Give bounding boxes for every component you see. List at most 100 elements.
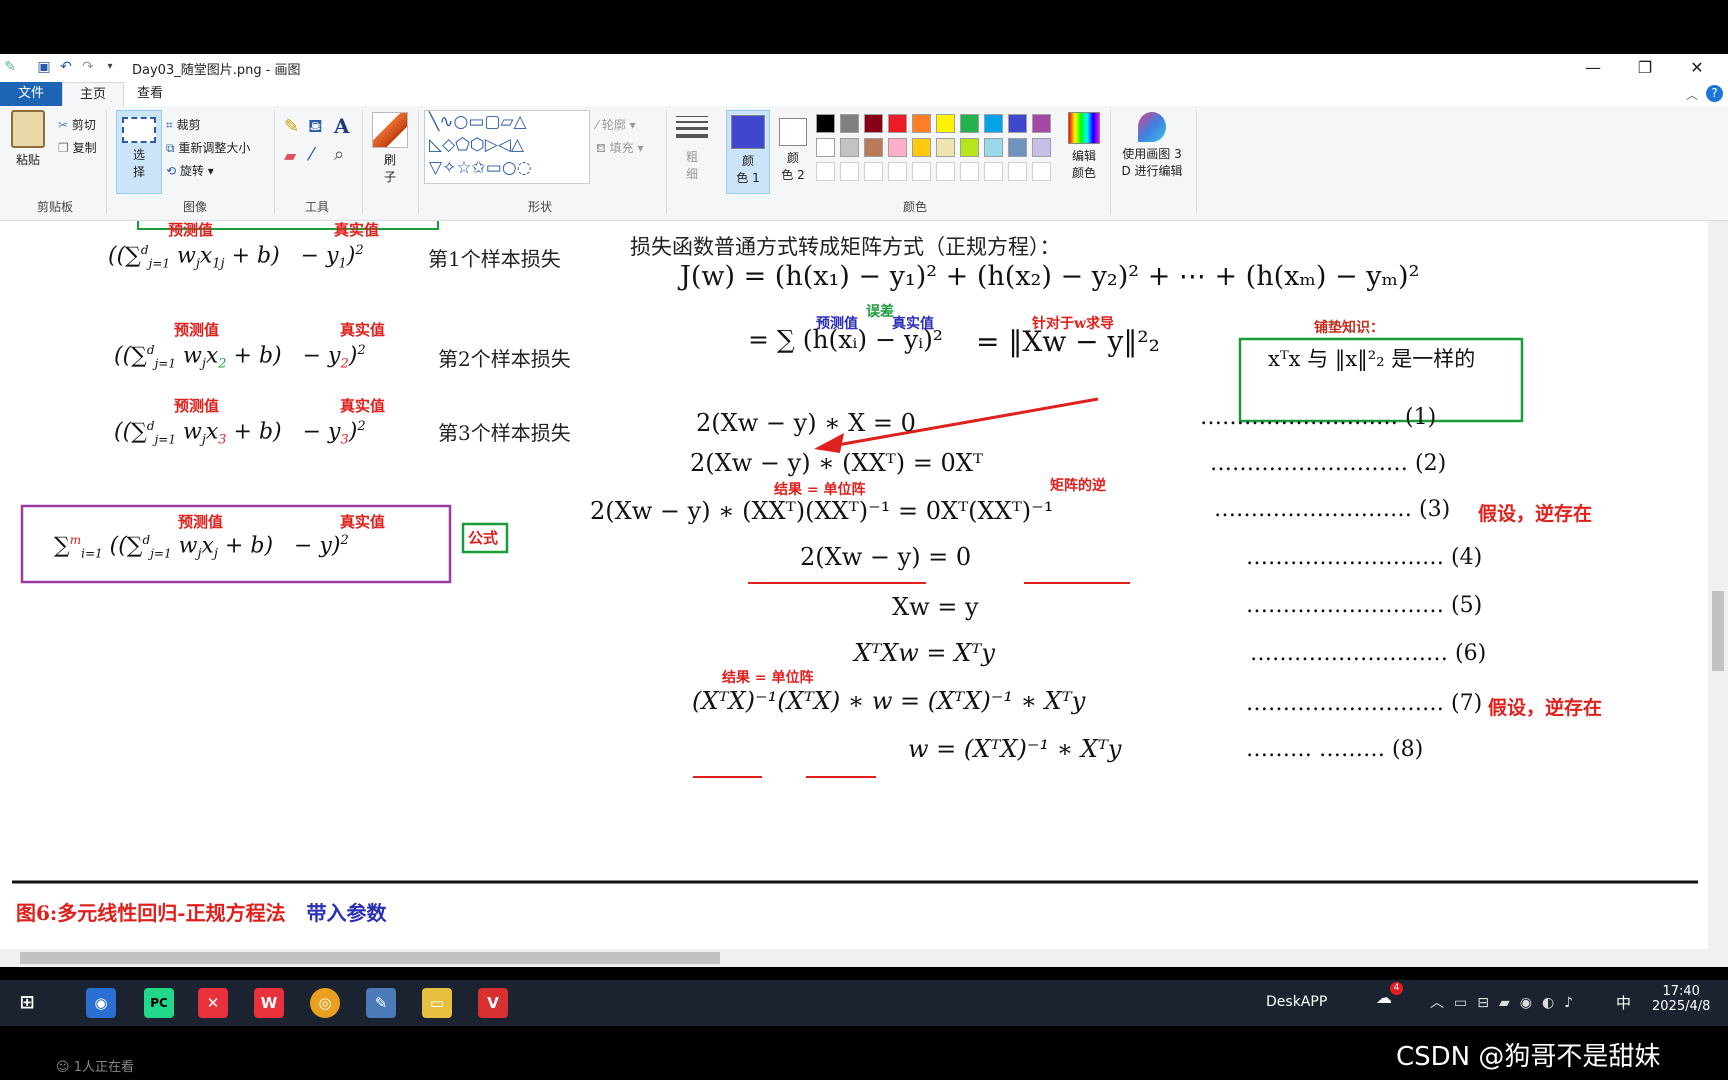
- tray-icons[interactable]: ︿▭⊟▰◉◐♪: [1430, 992, 1583, 1012]
- palette-swatch[interactable]: [960, 162, 979, 181]
- file-explorer-icon[interactable]: ▭: [422, 988, 452, 1018]
- text-tool-icon[interactable]: A: [334, 114, 350, 138]
- palette-swatch[interactable]: [1008, 114, 1027, 133]
- crop-label: 裁剪: [176, 118, 201, 132]
- person-icon: ☺: [56, 1060, 70, 1075]
- divider: [274, 110, 275, 214]
- palette-swatch[interactable]: [960, 114, 979, 133]
- palette-swatch[interactable]: [864, 114, 883, 133]
- cut-button[interactable]: ✂ 剪切: [58, 116, 96, 133]
- row2-wsub: j: [201, 356, 206, 372]
- palette-swatch[interactable]: [912, 162, 931, 181]
- color1-button[interactable]: 颜 色 1: [726, 110, 770, 194]
- crop-button[interactable]: ⌗ 裁剪: [166, 116, 201, 133]
- paste-button[interactable]: 粘贴: [10, 110, 46, 168]
- redo-icon[interactable]: ↷: [80, 59, 96, 75]
- pencil-icon[interactable]: ✎: [284, 116, 299, 137]
- step-8-num: ……… ……… (8): [1246, 737, 1424, 762]
- palette-swatch[interactable]: [936, 138, 955, 157]
- palette-swatch[interactable]: [1008, 162, 1027, 181]
- magnifier-icon[interactable]: ⌕: [334, 144, 344, 165]
- fill-button[interactable]: ⛾ 填充 ▾: [596, 139, 644, 157]
- color-picker-icon[interactable]: ⁄: [310, 144, 313, 165]
- clock-time: 17:40: [1662, 984, 1700, 999]
- palette-swatch[interactable]: [984, 162, 1003, 181]
- palette-swatch[interactable]: [888, 162, 907, 181]
- palette-swatch[interactable]: [936, 114, 955, 133]
- row4-sub: j=1: [150, 546, 172, 561]
- color1-swatch: [731, 115, 765, 149]
- close-button[interactable]: ✕: [1674, 54, 1720, 82]
- size-button[interactable]: 粗 细: [674, 112, 710, 182]
- restore-button[interactable]: ❐: [1622, 54, 1668, 82]
- row1-wsub: j: [195, 256, 200, 272]
- wps-video-icon[interactable]: V: [478, 988, 508, 1018]
- fill-bucket-icon[interactable]: ⛾: [308, 116, 323, 140]
- palette-swatch[interactable]: [912, 138, 931, 157]
- wps-icon[interactable]: W: [254, 988, 284, 1018]
- palette-swatch[interactable]: [816, 114, 835, 133]
- palette-swatch[interactable]: [1032, 114, 1051, 133]
- palette-swatch[interactable]: [960, 138, 979, 157]
- shapes-gallery[interactable]: ╲∿○▭▢▱△ ◺◇⬠⬡▷◁△ ▽✧☆✩▭○◌: [424, 110, 590, 184]
- palette-swatch[interactable]: [984, 138, 1003, 157]
- edit-colors-button[interactable]: 编辑 颜色: [1062, 112, 1106, 181]
- chat-app-icon[interactable]: ◉: [86, 988, 116, 1018]
- xmind-icon[interactable]: ✕: [198, 988, 228, 1018]
- palette-swatch[interactable]: [816, 162, 835, 181]
- row2-sup: d: [146, 343, 155, 357]
- quick-access-dropdown-icon[interactable]: ▾: [102, 59, 118, 75]
- caption-red: 图6:多元线性回归-正规方程法: [16, 901, 286, 925]
- rotate-button[interactable]: ⟲ 旋转 ▾: [166, 162, 214, 179]
- deskapp-label[interactable]: DeskAPP: [1266, 994, 1327, 1010]
- pycharm-icon[interactable]: PC: [144, 988, 174, 1018]
- outline-button[interactable]: ⁄ 轮廓 ▾: [596, 116, 636, 133]
- palette-swatch[interactable]: [864, 138, 883, 157]
- tab-file[interactable]: 文件: [0, 82, 62, 106]
- paint3d-button[interactable]: 使用画图 3 D 进行编辑: [1114, 112, 1190, 179]
- brushes-button[interactable]: 刷 子: [370, 112, 410, 185]
- palette-swatch[interactable]: [840, 162, 859, 181]
- palette-swatch[interactable]: [912, 114, 931, 133]
- vertical-scroll-thumb[interactable]: [1712, 591, 1724, 671]
- vertical-scrollbar[interactable]: [1708, 221, 1728, 967]
- horizontal-scroll-thumb[interactable]: [20, 952, 720, 964]
- chrome-icon[interactable]: ◎: [310, 988, 340, 1018]
- ime-indicator[interactable]: 中: [1616, 992, 1631, 1013]
- undo-icon[interactable]: ↶: [58, 59, 74, 75]
- tab-home[interactable]: 主页: [62, 82, 124, 107]
- unit-label-7: 结果 = 单位阵: [722, 670, 814, 686]
- row3-xsub: 3: [218, 432, 227, 448]
- step-7-note: 假设，逆存在: [1488, 697, 1603, 719]
- row4-expr: ∑mi=1 ((∑dj=1 wjxj + b) − y)2: [54, 533, 349, 562]
- palette-swatch[interactable]: [840, 114, 859, 133]
- palette-swatch[interactable]: [888, 138, 907, 157]
- divider: [106, 110, 107, 214]
- palette-swatch[interactable]: [984, 114, 1003, 133]
- palette-swatch[interactable]: [1008, 138, 1027, 157]
- formula-tag: 公式: [468, 529, 499, 547]
- paint-taskbar-icon[interactable]: ✎: [366, 988, 396, 1018]
- copy-button[interactable]: ❐ 复制: [58, 139, 97, 156]
- color2-button[interactable]: 颜 色 2: [772, 110, 814, 192]
- palette-swatch[interactable]: [936, 162, 955, 181]
- palette-swatch[interactable]: [864, 162, 883, 181]
- save-icon[interactable]: ▣: [36, 59, 52, 75]
- palette-swatch[interactable]: [1032, 138, 1051, 157]
- clock[interactable]: 17:40 2025/4/8: [1652, 984, 1710, 1014]
- windows-start-icon[interactable]: ⊞: [12, 988, 42, 1018]
- palette-swatch[interactable]: [840, 138, 859, 157]
- resize-button[interactable]: ⧉ 重新调整大小: [166, 139, 250, 156]
- drawing-canvas[interactable]: 预测值 真实值 ((∑dj=1 wjx1j + b) − y1)2 第1个样本损…: [8, 221, 1706, 961]
- palette-swatch[interactable]: [1032, 162, 1051, 181]
- tab-view[interactable]: 查看: [122, 82, 178, 106]
- palette-swatch[interactable]: [888, 114, 907, 133]
- paint-app-icon: ✎: [4, 59, 16, 75]
- help-icon[interactable]: ?: [1706, 85, 1723, 102]
- eraser-icon[interactable]: ▰: [284, 146, 296, 165]
- palette-swatch[interactable]: [816, 138, 835, 157]
- collapse-ribbon-icon[interactable]: ︿: [1686, 86, 1698, 103]
- select-button[interactable]: 选 择: [116, 110, 162, 194]
- minimize-button[interactable]: —: [1570, 54, 1616, 82]
- horizontal-scrollbar[interactable]: [0, 949, 1708, 967]
